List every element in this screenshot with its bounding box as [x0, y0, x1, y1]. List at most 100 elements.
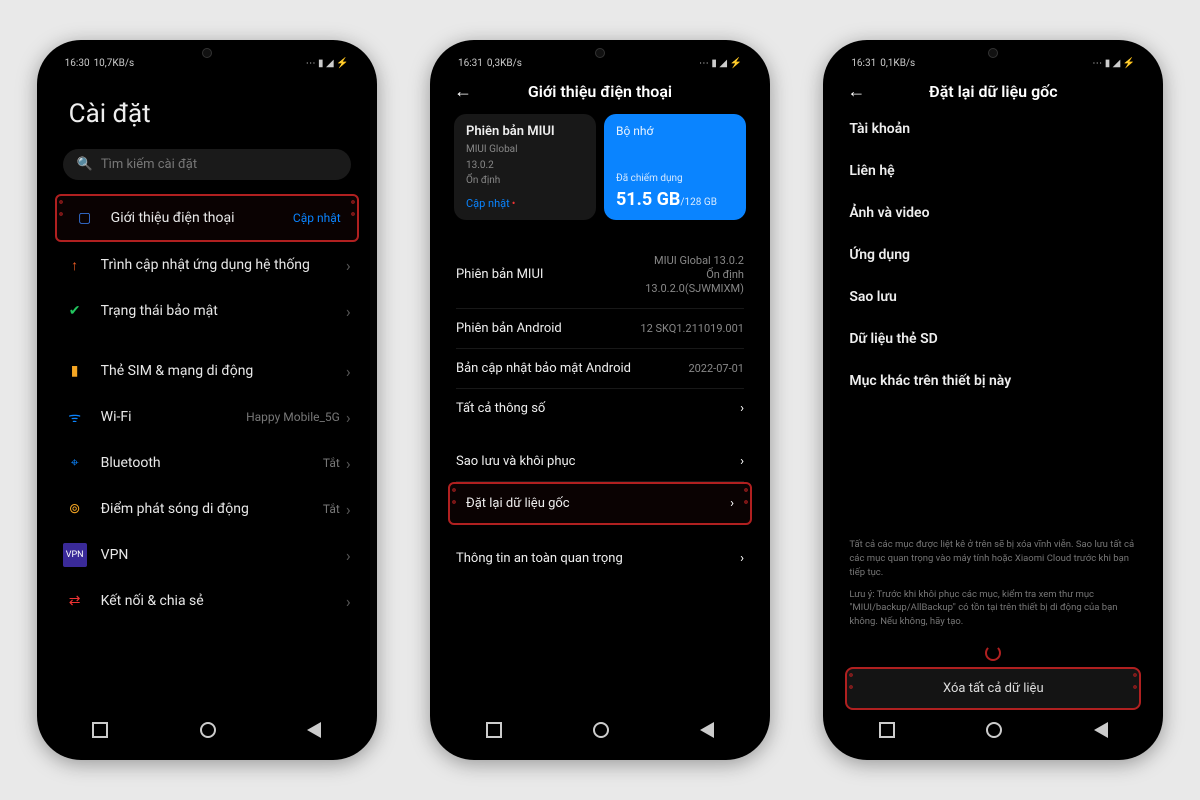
- section-gap: [440, 228, 760, 242]
- spec-key: Sao lưu và khôi phục: [456, 454, 740, 469]
- spec-all[interactable]: Tất cả thông số ›: [440, 389, 760, 428]
- camera-notch: [988, 48, 998, 58]
- camera-notch: [202, 48, 212, 58]
- item-backup[interactable]: Sao lưu: [833, 276, 1153, 318]
- row-label: Điểm phát sóng di động: [101, 501, 323, 517]
- section-gap: [440, 525, 760, 539]
- chevron-right-icon: ›: [346, 500, 351, 519]
- phone-frame-3: 16:31 0,1KB/s ⋯ ▮ ◢ ⚡ ← Đặt lại dữ liệu …: [823, 40, 1163, 760]
- section-gap: [440, 428, 760, 442]
- chevron-right-icon: ›: [346, 546, 351, 565]
- chevron-right-icon: ›: [740, 454, 744, 469]
- nav-recent-icon[interactable]: [879, 722, 895, 738]
- row-label: Wi-Fi: [101, 409, 246, 425]
- app-header: ← Đặt lại dữ liệu gốc: [833, 75, 1153, 108]
- chevron-right-icon: ›: [346, 256, 351, 275]
- card-title: Phiên bản MIUI: [466, 124, 584, 139]
- back-button[interactable]: ←: [847, 81, 871, 102]
- row-system-updater[interactable]: ↑ Trình cập nhật ứng dụng hệ thống ›: [47, 242, 367, 288]
- phone-frame-1: 16:30 10,7KB/s ⋯ ▮ ◢ ⚡ Cài đặt 🔍 Tìm kiế…: [37, 40, 377, 760]
- status-time: 16:30: [65, 58, 90, 69]
- nav-back-icon[interactable]: [1094, 722, 1108, 738]
- hotspot-icon: ⊚: [63, 497, 87, 521]
- chevron-right-icon: ›: [346, 592, 351, 611]
- spec-miui[interactable]: Phiên bản MIUI MIUI Global 13.0.2 Ổn địn…: [440, 242, 760, 309]
- spec-android[interactable]: Phiên bản Android 12 SKQ1.211019.001: [440, 309, 760, 348]
- search-input[interactable]: 🔍 Tìm kiếm cài đặt: [63, 149, 351, 180]
- upload-icon: ↑: [63, 253, 87, 277]
- share-icon: ⇄: [63, 589, 87, 613]
- row-vpn[interactable]: VPN VPN ›: [47, 532, 367, 578]
- status-icons: ⋯ ▮ ◢ ⚡: [1092, 58, 1135, 69]
- loading-spinner-icon: [985, 645, 1001, 661]
- screen-1: 16:30 10,7KB/s ⋯ ▮ ◢ ⚡ Cài đặt 🔍 Tìm kiế…: [47, 50, 367, 750]
- spec-value: MIUI Global 13.0.2 Ổn định 13.0.2.0(SJWM…: [645, 254, 744, 297]
- chevron-right-icon: ›: [740, 551, 744, 566]
- spec-value: 12 SKQ1.211019.001: [640, 322, 744, 336]
- screen-2: 16:31 0,3KB/s ⋯ ▮ ◢ ⚡ ← Giới thiệu điện …: [440, 50, 760, 750]
- spec-value: 2022-07-01: [688, 362, 744, 376]
- item-accounts[interactable]: Tài khoản: [833, 108, 1153, 150]
- status-net: 0,3KB/s: [487, 58, 522, 69]
- row-label: Bluetooth: [101, 455, 323, 471]
- item-contacts[interactable]: Liên hệ: [833, 150, 1153, 192]
- page-title: Cài đặt: [47, 75, 367, 143]
- item-photos[interactable]: Ảnh và video: [833, 192, 1153, 234]
- app-header: ← Giới thiệu điện thoại: [440, 75, 760, 108]
- spec-key: Thông tin an toàn quan trọng: [456, 551, 740, 566]
- search-placeholder: Tìm kiếm cài đặt: [101, 157, 197, 172]
- nav-bar: [833, 712, 1153, 750]
- spec-backup[interactable]: Sao lưu và khôi phục ›: [440, 442, 760, 481]
- row-security-status[interactable]: ✔ Trạng thái bảo mật ›: [47, 288, 367, 334]
- spec-key: Tất cả thông số: [456, 401, 740, 416]
- back-button[interactable]: ←: [454, 81, 478, 102]
- erase-all-button[interactable]: Xóa tất cả dữ liệu: [845, 667, 1141, 710]
- row-hotspot[interactable]: ⊚ Điểm phát sóng di động Tắt ›: [47, 486, 367, 532]
- row-wifi[interactable]: ᯤ Wi-Fi Happy Mobile_5G ›: [47, 394, 367, 440]
- row-share[interactable]: ⇄ Kết nối & chia sẻ ›: [47, 578, 367, 624]
- nav-recent-icon[interactable]: [486, 722, 502, 738]
- item-other[interactable]: Mục khác trên thiết bị này: [833, 360, 1153, 402]
- warning-text-2: Lưu ý: Trước khi khôi phục các mục, kiểm…: [833, 584, 1153, 633]
- nav-bar: [440, 712, 760, 750]
- card-storage[interactable]: Bộ nhớ Đã chiếm dụng 51.5 GB/128 GB: [604, 114, 746, 220]
- spec-key: Phiên bản Android: [456, 321, 640, 336]
- row-bluetooth[interactable]: ⌖ Bluetooth Tắt ›: [47, 440, 367, 486]
- update-link[interactable]: Cập nhật•: [466, 197, 584, 210]
- chevron-right-icon: ›: [740, 401, 744, 416]
- card-title: Bộ nhớ: [616, 124, 734, 138]
- chevron-right-icon: ›: [346, 302, 351, 321]
- row-about-phone[interactable]: ▢ Giới thiệu điện thoại Cập nhật: [55, 194, 359, 242]
- spec-safety[interactable]: Thông tin an toàn quan trọng ›: [440, 539, 760, 578]
- row-label: Kết nối & chia sẻ: [101, 593, 340, 609]
- chevron-right-icon: ›: [346, 454, 351, 473]
- chevron-right-icon: ›: [730, 496, 734, 511]
- nav-back-icon[interactable]: [700, 722, 714, 738]
- phone-frame-2: 16:31 0,3KB/s ⋯ ▮ ◢ ⚡ ← Giới thiệu điện …: [430, 40, 770, 760]
- nav-recent-icon[interactable]: [92, 722, 108, 738]
- chevron-right-icon: ›: [346, 408, 351, 427]
- row-trail: Tắt: [323, 456, 340, 470]
- nav-back-icon[interactable]: [307, 722, 321, 738]
- chevron-right-icon: ›: [346, 362, 351, 381]
- item-sd[interactable]: Dữ liệu thẻ SD: [833, 318, 1153, 360]
- status-net: 10,7KB/s: [94, 58, 135, 69]
- nav-home-icon[interactable]: [986, 722, 1002, 738]
- row-label: Thẻ SIM & mạng di động: [101, 363, 340, 379]
- card-miui-version[interactable]: Phiên bản MIUI MIUI Global 13.0.2 Ổn địn…: [454, 114, 596, 220]
- row-trail: Cập nhật: [293, 211, 341, 225]
- nav-bar: [47, 712, 367, 750]
- item-apps[interactable]: Ứng dụng: [833, 234, 1153, 276]
- spec-patch[interactable]: Bản cập nhật bảo mật Android 2022-07-01: [440, 349, 760, 388]
- row-label: Trình cập nhật ứng dụng hệ thống: [101, 257, 340, 273]
- wifi-icon: ᯤ: [63, 405, 87, 429]
- status-icons: ⋯ ▮ ◢ ⚡: [306, 58, 349, 69]
- page-title: Đặt lại dữ liệu gốc: [871, 82, 1115, 101]
- nav-home-icon[interactable]: [200, 722, 216, 738]
- row-label: VPN: [101, 547, 340, 563]
- section-gap: [47, 334, 367, 348]
- row-sim[interactable]: ▮ Thẻ SIM & mạng di động ›: [47, 348, 367, 394]
- nav-home-icon[interactable]: [593, 722, 609, 738]
- status-time: 16:31: [851, 58, 876, 69]
- spec-factory-reset[interactable]: Đặt lại dữ liệu gốc ›: [448, 482, 752, 525]
